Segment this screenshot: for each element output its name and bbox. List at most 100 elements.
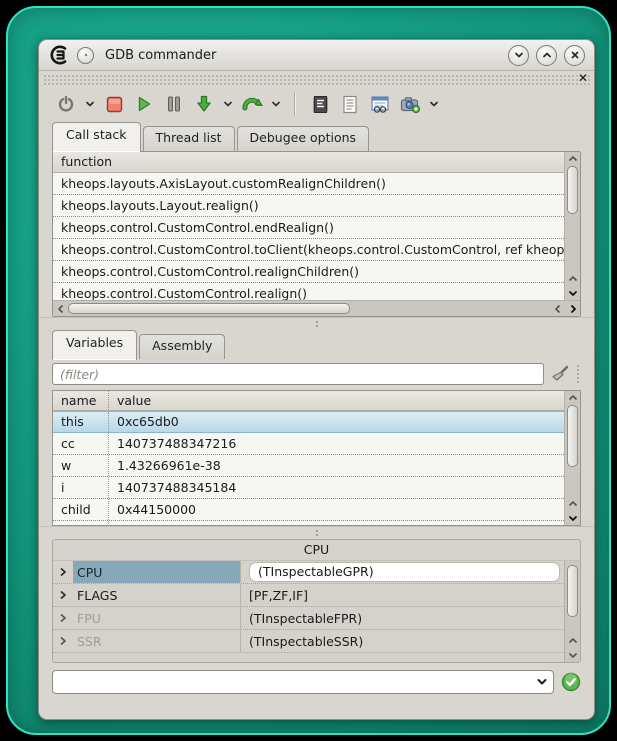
cpu-register-name[interactable]: CPU — [73, 561, 241, 583]
cpu-register-value[interactable]: (TInspectableSSR) — [241, 630, 564, 652]
scroll-down-icon[interactable] — [565, 648, 580, 662]
title-bar[interactable]: GDB commander — [39, 40, 594, 71]
close-button[interactable] — [564, 45, 585, 66]
cpu-register-value[interactable]: [PF,ZF,IF] — [241, 584, 564, 606]
minimize-button[interactable] — [508, 45, 529, 66]
call-stack-panel: function kheops.layouts.AxisLayout.custo… — [52, 151, 581, 317]
snapshot-button[interactable] — [397, 91, 423, 117]
call-stack-horizontal-scrollbar[interactable] — [53, 300, 580, 316]
expand-chevron-icon[interactable] — [53, 567, 73, 577]
step-into-button[interactable] — [191, 91, 217, 117]
variables-vertical-scrollbar[interactable] — [564, 391, 580, 525]
cpu-register-name[interactable]: FPU — [73, 607, 241, 629]
cpu-row[interactable]: FPU (TInspectableFPR) — [53, 607, 564, 630]
combo-dropdown-button[interactable] — [531, 676, 553, 688]
send-command-check-button[interactable] — [561, 672, 581, 692]
scroll-down-icon[interactable] — [565, 511, 580, 525]
call-stack-row[interactable]: kheops.layouts.Layout.realign() — [53, 195, 564, 217]
cpu-register-value[interactable]: (TInspectableFPR) — [241, 607, 564, 629]
variable-value: 140737488347216 — [109, 433, 236, 454]
gdb-command-combobox[interactable] — [52, 670, 554, 694]
filter-input[interactable] — [52, 363, 544, 385]
scroll-up-icon[interactable] — [565, 634, 580, 648]
expand-chevron-icon[interactable] — [53, 590, 73, 600]
tab-thread-list[interactable]: Thread list — [143, 126, 235, 151]
window-menu-button[interactable] — [77, 47, 94, 64]
watch-list-button[interactable] — [367, 91, 393, 117]
tab-call-stack[interactable]: Call stack — [52, 122, 141, 152]
expand-chevron-icon[interactable] — [53, 636, 73, 646]
step-over-dropdown-button[interactable] — [269, 91, 283, 117]
dock-close-icon[interactable]: ✕ — [578, 71, 588, 85]
function-column-header[interactable]: function — [53, 152, 564, 173]
scroll-up-icon[interactable] — [565, 152, 580, 166]
run-button[interactable] — [131, 91, 157, 117]
scroll-up-icon[interactable] — [565, 272, 580, 286]
call-stack-row[interactable]: kheops.control.CustomControl.endRealign(… — [53, 217, 564, 239]
value-column-header[interactable]: value — [109, 391, 151, 410]
name-column-header[interactable]: name — [53, 391, 109, 410]
variables-table[interactable]: name value this 0xc65db0 cc 140737488347… — [53, 391, 564, 525]
scroll-up-icon[interactable] — [565, 391, 580, 405]
cpu-register-list[interactable]: CPU (TInspectableGPR) FLAGS [PF,ZF,IF] F… — [53, 561, 564, 662]
power-dropdown-button[interactable] — [83, 91, 97, 117]
stop-icon — [106, 96, 123, 113]
stack-variables-splitter[interactable] — [39, 317, 594, 330]
cpu-register-name[interactable]: FLAGS — [73, 584, 241, 606]
scroll-up-icon[interactable] — [565, 497, 580, 511]
expand-chevron-icon[interactable] — [53, 613, 73, 623]
variables-table-header[interactable]: name value — [53, 391, 564, 411]
call-stack-list[interactable]: function kheops.layouts.AxisLayout.custo… — [53, 152, 564, 300]
output-log-button[interactable] — [337, 91, 363, 117]
cpu-vertical-scrollbar[interactable] — [564, 561, 580, 662]
debug-toolbar — [39, 86, 594, 122]
tab-variables[interactable]: Variables — [52, 330, 137, 360]
scroll-left-icon[interactable] — [53, 302, 68, 316]
gdb-command-input[interactable] — [53, 672, 531, 692]
stop-button[interactable] — [101, 91, 127, 117]
chevron-down-icon — [85, 99, 95, 109]
scroll-right-icon[interactable] — [565, 302, 580, 316]
call-stack-row[interactable]: kheops.layouts.AxisLayout.customRealignC… — [53, 173, 564, 195]
pause-button[interactable] — [161, 91, 187, 117]
cpu-register-name[interactable]: SSR — [73, 630, 241, 652]
variable-row[interactable]: i 140737488345184 — [53, 477, 564, 499]
cpu-row[interactable]: SSR (TInspectableSSR) — [53, 630, 564, 653]
cpu-view-button[interactable] — [307, 91, 333, 117]
app-logo-icon — [48, 44, 70, 66]
power-button[interactable] — [53, 91, 79, 117]
chevron-down-icon — [513, 49, 525, 61]
variable-row[interactable]: h 1.43266961e-38 — [53, 521, 564, 525]
call-stack-row[interactable]: kheops.control.CustomControl.realignChil… — [53, 261, 564, 283]
clear-filter-broom-icon[interactable] — [549, 363, 571, 385]
scroll-thumb[interactable] — [68, 303, 350, 314]
scroll-thumb[interactable] — [567, 405, 578, 467]
scroll-down-icon[interactable] — [565, 286, 580, 300]
variable-row[interactable]: cc 140737488347216 — [53, 433, 564, 455]
tab-debugee-options[interactable]: Debugee options — [237, 126, 370, 151]
dock-header[interactable]: ✕ — [42, 73, 591, 86]
call-stack-vertical-scrollbar[interactable] — [564, 152, 580, 300]
call-stack-row[interactable]: kheops.control.CustomControl.realign() — [53, 283, 564, 300]
scroll-left-icon[interactable] — [550, 302, 565, 316]
tab-assembly[interactable]: Assembly — [139, 334, 225, 359]
maximize-button[interactable] — [536, 45, 557, 66]
scroll-thumb[interactable] — [567, 166, 578, 214]
cpu-row-selected[interactable]: CPU (TInspectableGPR) — [53, 561, 564, 584]
snapshot-dropdown-button[interactable] — [427, 91, 441, 117]
variable-row[interactable]: child 0x44150000 — [53, 499, 564, 521]
scroll-thumb[interactable] — [567, 565, 578, 617]
variables-cpu-splitter[interactable] — [39, 526, 594, 539]
step-over-button[interactable] — [239, 91, 265, 117]
document-icon — [341, 95, 359, 114]
cpu-group-title: CPU — [53, 540, 580, 560]
cpu-row[interactable]: FLAGS [PF,ZF,IF] — [53, 584, 564, 607]
call-stack-row[interactable]: kheops.control.CustomControl.toClient(kh… — [53, 239, 564, 261]
cpu-register-value[interactable]: (TInspectableGPR) — [241, 561, 564, 583]
step-into-dropdown-button[interactable] — [221, 91, 235, 117]
variable-value: 1.43266961e-38 — [109, 455, 221, 476]
inspect-tabstrip: Variables Assembly — [52, 333, 594, 359]
variable-row-selected[interactable]: this 0xc65db0 — [53, 411, 564, 433]
variable-row[interactable]: w 1.43266961e-38 — [53, 455, 564, 477]
variable-name: i — [53, 477, 109, 498]
